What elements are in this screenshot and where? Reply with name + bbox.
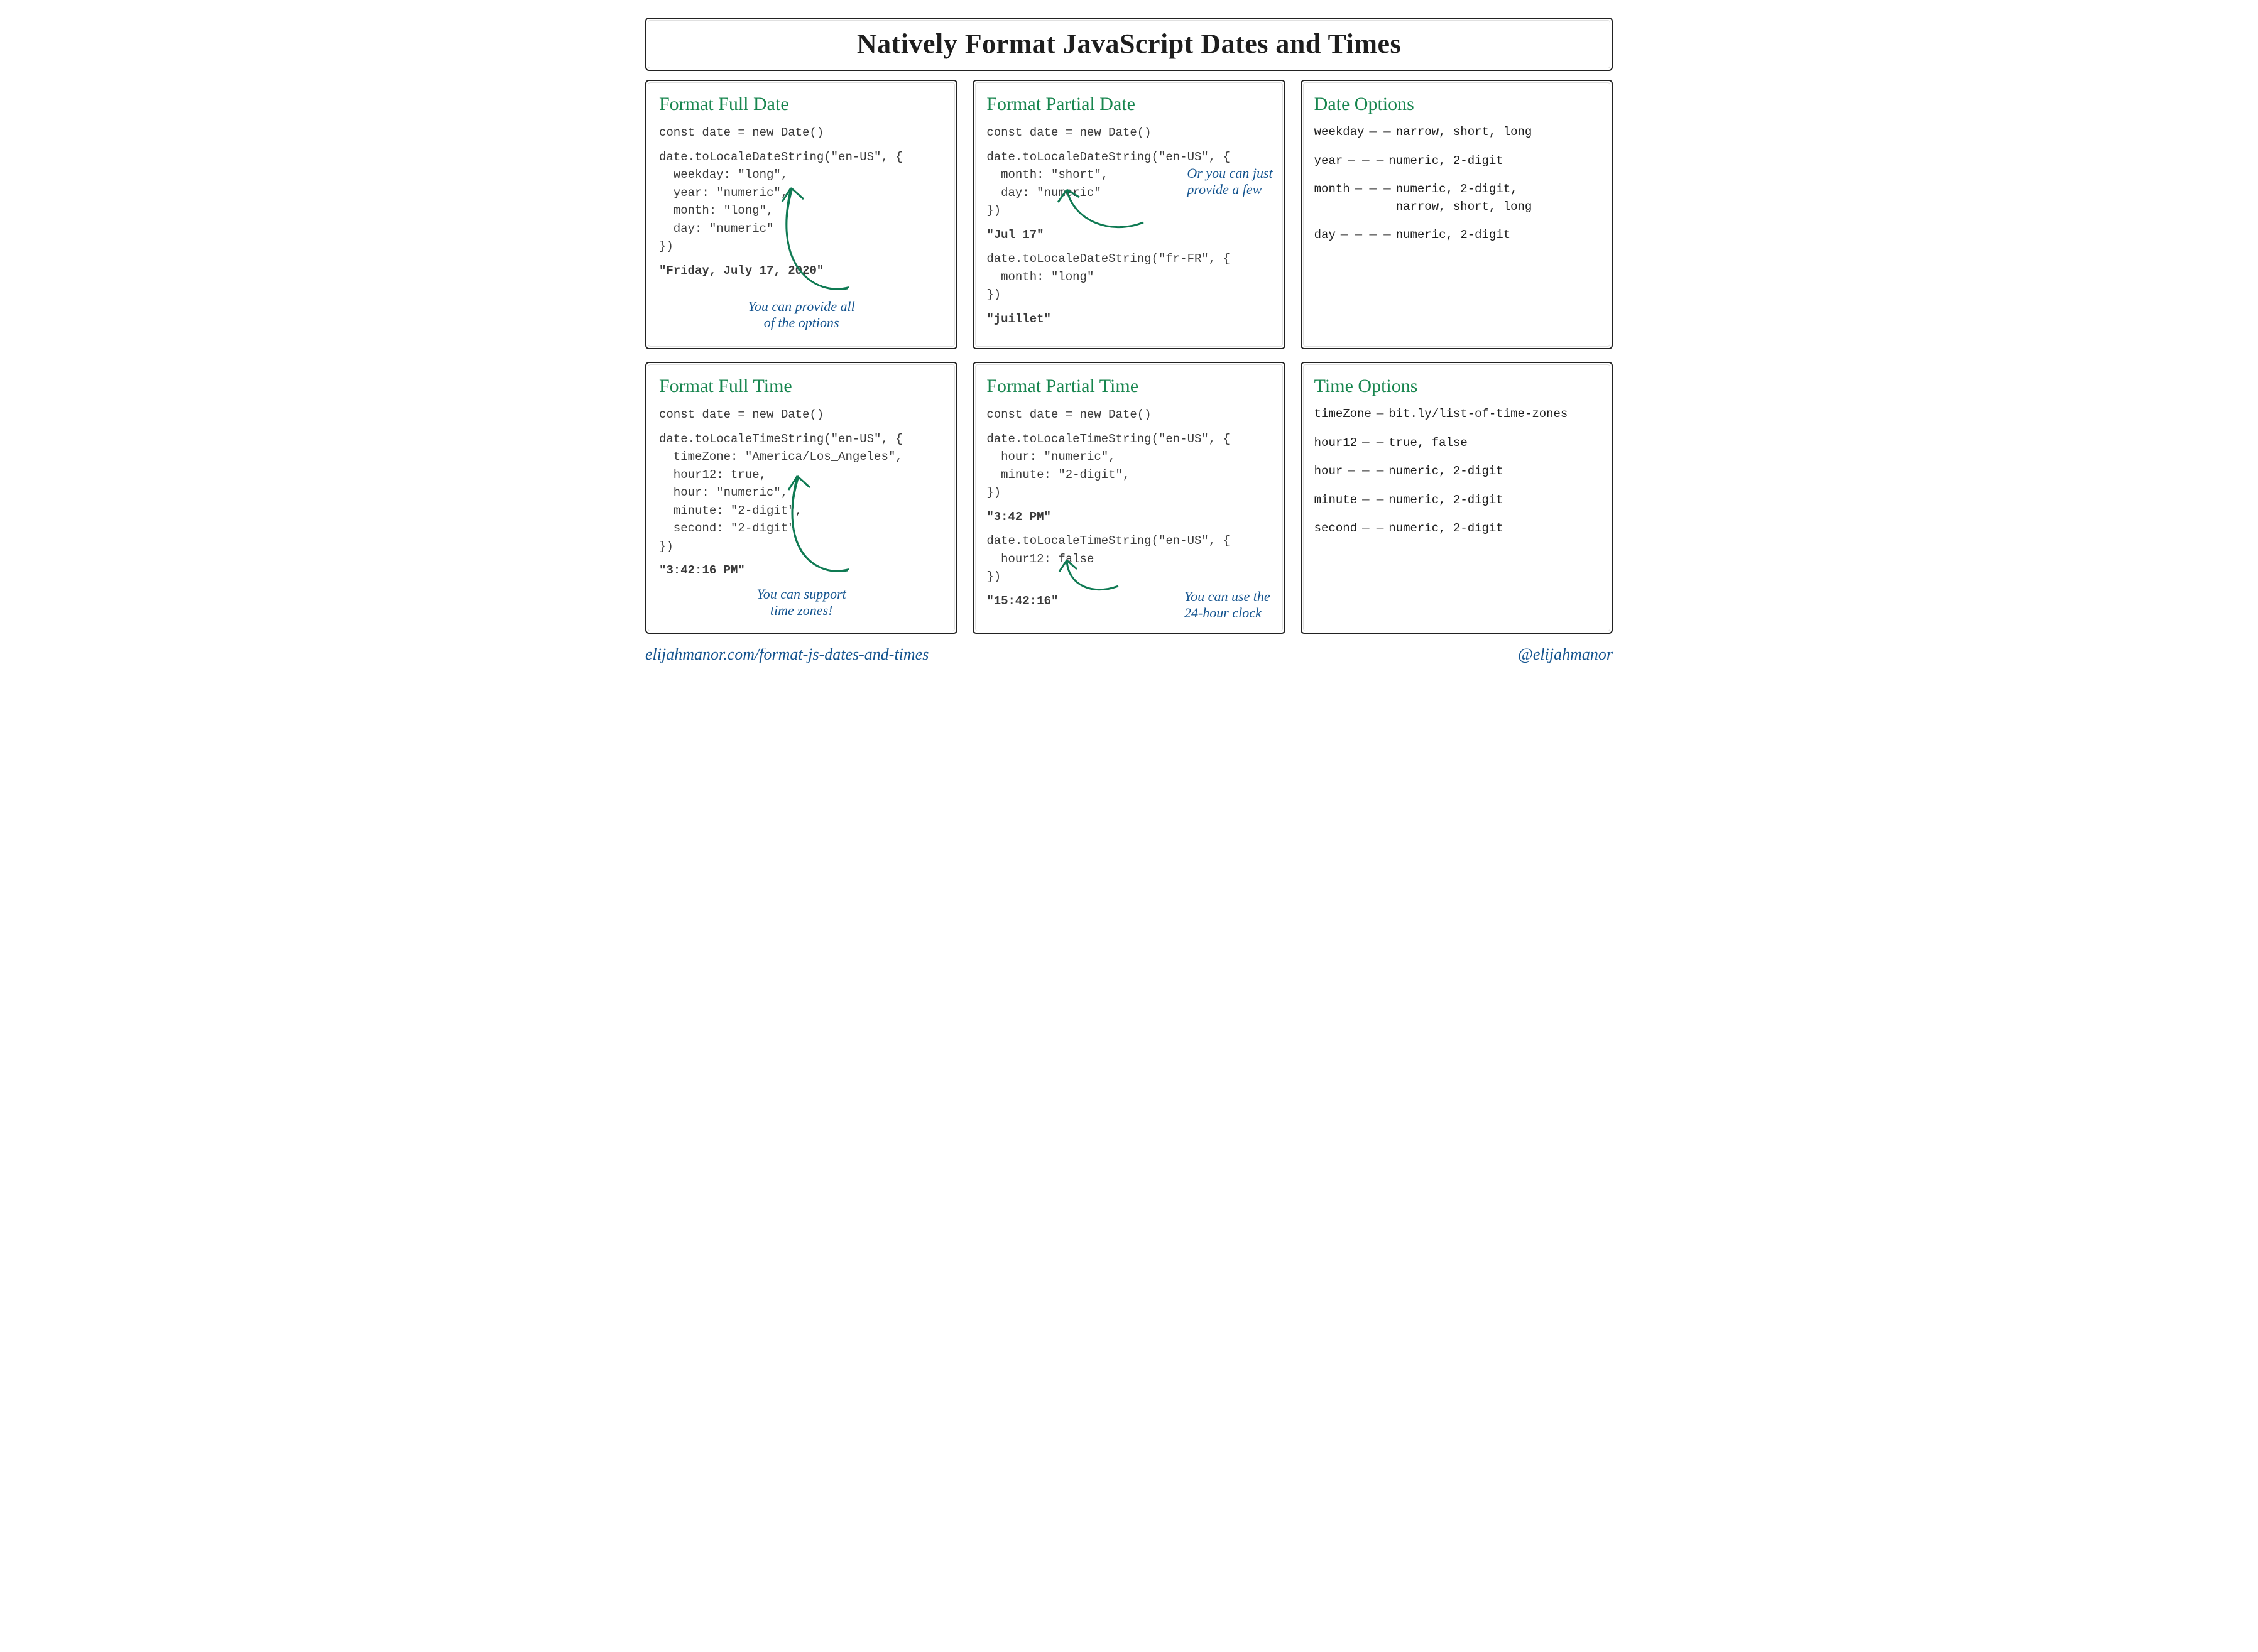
annotation: Or you can just provide a few [1187, 165, 1272, 198]
option-dashes: — — — [1348, 153, 1383, 170]
code-decl: const date = new Date() [659, 406, 944, 424]
card-date-options: Date Options weekday — — narrow, short, … [1301, 80, 1613, 349]
code-block: date.toLocaleTimeString("en-US", { timeZ… [659, 430, 944, 556]
option-key: year [1314, 153, 1343, 170]
code-output: "Jul 17" [986, 226, 1271, 244]
option-row: month — — — numeric, 2-digit, narrow, sh… [1314, 181, 1599, 215]
code-decl: const date = new Date() [986, 406, 1271, 424]
option-dashes: — — — [1355, 181, 1391, 215]
option-row: minute — — numeric, 2-digit [1314, 492, 1599, 509]
code-output: "Friday, July 17, 2020" [659, 262, 944, 280]
options-list: weekday — — narrow, short, long year — —… [1314, 124, 1599, 244]
code-block: date.toLocaleDateString("en-US", { weekd… [659, 148, 944, 256]
option-dashes: — [1377, 406, 1383, 423]
card-format-full-date: Format Full Date const date = new Date()… [645, 80, 957, 349]
code-output: "15:42:16" [986, 592, 1058, 611]
footer-handle: @elijahmanor [1518, 645, 1613, 664]
card-format-full-time: Format Full Time const date = new Date()… [645, 362, 957, 634]
card-title: Format Partial Date [986, 94, 1271, 115]
card-title: Format Partial Time [986, 376, 1271, 397]
option-key: month [1314, 181, 1350, 215]
code-block: date.toLocaleDateString("fr-FR", { month… [986, 250, 1271, 304]
sheet: Natively Format JavaScript Dates and Tim… [645, 18, 1613, 664]
code-block: date.toLocaleTimeString("en-US", { hour:… [986, 430, 1271, 502]
option-values: numeric, 2-digit [1396, 227, 1599, 244]
card-title: Date Options [1314, 94, 1599, 115]
option-dashes: — — [1362, 492, 1383, 509]
option-values: numeric, 2-digit [1388, 520, 1599, 538]
option-row: hour12 — — true, false [1314, 435, 1599, 452]
card-format-partial-time: Format Partial Time const date = new Dat… [973, 362, 1285, 634]
option-row: weekday — — narrow, short, long [1314, 124, 1599, 141]
option-dashes: — — — [1348, 463, 1383, 481]
option-key: timeZone [1314, 406, 1372, 423]
option-dashes: — — [1362, 435, 1383, 452]
option-row: day — — — — numeric, 2-digit [1314, 227, 1599, 244]
annotation: You can support time zones! [659, 586, 944, 619]
option-values: numeric, 2-digit [1388, 492, 1599, 509]
code-decl: const date = new Date() [659, 124, 944, 142]
option-row: timeZone — bit.ly/list-of-time-zones [1314, 406, 1599, 423]
option-key: hour [1314, 463, 1343, 481]
annotation: You can use the 24-hour clock [1184, 589, 1270, 621]
card-title: Time Options [1314, 376, 1599, 397]
card-title: Format Full Date [659, 94, 944, 115]
card-format-partial-date: Format Partial Date const date = new Dat… [973, 80, 1285, 349]
footer: elijahmanor.com/format-js-dates-and-time… [645, 645, 1613, 664]
option-row: hour — — — numeric, 2-digit [1314, 463, 1599, 481]
card-grid: Format Full Date const date = new Date()… [645, 80, 1613, 634]
option-row: year — — — numeric, 2-digit [1314, 153, 1599, 170]
code-decl: const date = new Date() [986, 124, 1271, 142]
option-values: numeric, 2-digit [1388, 463, 1599, 481]
option-key: day [1314, 227, 1336, 244]
card-title: Format Full Time [659, 376, 944, 397]
page-title: Natively Format JavaScript Dates and Tim… [645, 18, 1613, 71]
option-dashes: — — [1369, 124, 1390, 141]
code-block: date.toLocaleTimeString("en-US", { hour1… [986, 532, 1271, 586]
option-key: minute [1314, 492, 1357, 509]
option-row: second — — numeric, 2-digit [1314, 520, 1599, 538]
option-dashes: — — — — [1341, 227, 1391, 244]
option-key: hour12 [1314, 435, 1357, 452]
option-values: numeric, 2-digit, narrow, short, long [1396, 181, 1599, 215]
option-values: bit.ly/list-of-time-zones [1388, 406, 1599, 423]
option-key: weekday [1314, 124, 1365, 141]
card-time-options: Time Options timeZone — bit.ly/list-of-t… [1301, 362, 1613, 634]
footer-link: elijahmanor.com/format-js-dates-and-time… [645, 645, 929, 664]
code-output: "juillet" [986, 310, 1271, 329]
options-list: timeZone — bit.ly/list-of-time-zones hou… [1314, 406, 1599, 538]
option-values: numeric, 2-digit [1388, 153, 1599, 170]
option-dashes: — — [1362, 520, 1383, 538]
annotation: You can provide all of the options [659, 298, 944, 331]
option-key: second [1314, 520, 1357, 538]
code-output: "3:42 PM" [986, 508, 1271, 526]
option-values: narrow, short, long [1396, 124, 1599, 141]
option-values: true, false [1388, 435, 1599, 452]
code-output: "3:42:16 PM" [659, 562, 944, 580]
